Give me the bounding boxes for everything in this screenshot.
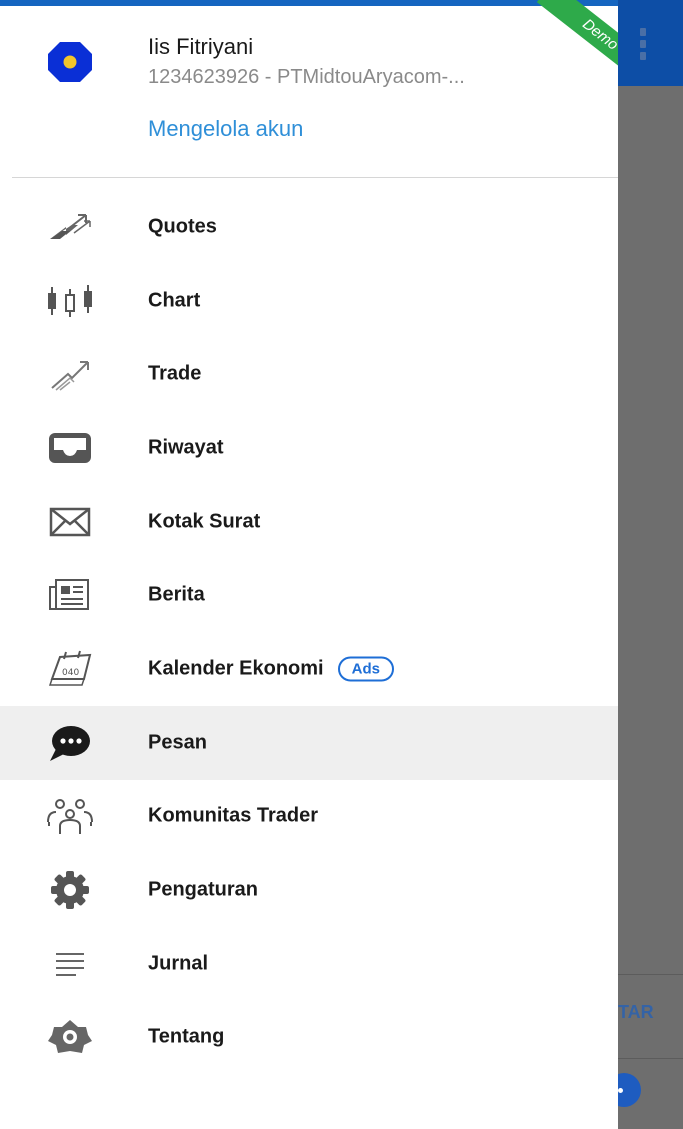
demo-ribbon: Demo	[536, 0, 618, 89]
inbox-tray-icon	[44, 428, 96, 468]
menu-item-pengaturan[interactable]: Pengaturan	[0, 853, 618, 927]
menu-item-label: Trade	[148, 362, 202, 385]
menu-item-label: Pesan	[148, 731, 207, 754]
menu-item-tentang[interactable]: Tentang	[0, 1001, 618, 1075]
drawer-top-accent	[0, 0, 618, 6]
account-id: 1234623926 - PTMidtouAryacom-...	[148, 66, 465, 88]
menu-item-chart[interactable]: Chart	[0, 264, 618, 338]
menu-item-pesan[interactable]: Pesan	[0, 705, 618, 780]
background-app-toolbar	[618, 0, 683, 86]
quotes-icon	[44, 207, 96, 247]
menu-item-label: Kalender Ekonomi Ads	[148, 656, 394, 682]
menu-item-quotes[interactable]: Quotes	[0, 190, 618, 264]
broker-logo-icon[interactable]	[46, 38, 94, 86]
menu-item-kotak-surat[interactable]: Kotak Surat	[0, 485, 618, 559]
menu-item-label: Tentang	[148, 1025, 225, 1048]
about-icon	[44, 1017, 96, 1057]
menu-item-label: Pengaturan	[148, 878, 259, 901]
menu-item-label-text: Kalender Ekonomi	[148, 657, 324, 680]
header-divider	[12, 177, 618, 178]
menu-item-label: Quotes	[148, 215, 217, 238]
menu-item-trade[interactable]: Trade	[0, 337, 618, 411]
background-app-overlay[interactable]	[618, 0, 683, 1129]
gear-icon	[44, 870, 96, 910]
menu-item-jurnal[interactable]: Jurnal	[0, 927, 618, 1001]
trade-icon	[44, 354, 96, 394]
manage-account-link[interactable]: Mengelola akun	[148, 116, 303, 142]
background-divider	[618, 974, 683, 975]
ads-badge: Ads	[337, 656, 394, 682]
menu-item-label: Riwayat	[148, 436, 224, 459]
envelope-icon	[44, 502, 96, 542]
menu-item-berita[interactable]: Berita	[0, 558, 618, 632]
navigation-drawer: Demo Iis Fitriyani 1234623926 - PTMidtou…	[0, 0, 618, 1129]
menu-item-label: Berita	[148, 583, 205, 606]
menu-item-label: Jurnal	[148, 952, 209, 975]
background-button-text: TAR	[618, 1002, 654, 1022]
menu-item-label: Komunitas Trader	[148, 804, 319, 827]
menu-item-komunitas-trader[interactable]: Komunitas Trader	[0, 780, 618, 854]
chat-bubble-icon	[44, 723, 96, 763]
background-divider	[618, 1058, 683, 1059]
account-name: Iis Fitriyani	[148, 34, 254, 59]
svg-text:040: 040	[62, 668, 79, 678]
drawer-menu: Quotes Chart Trade Riwayat Kotak Surat B…	[0, 190, 618, 1074]
menu-item-label: Chart	[148, 289, 201, 312]
menu-item-kalender-ekonomi[interactable]: 040 Kalender Ekonomi Ads	[0, 632, 618, 706]
kebab-menu-icon	[636, 28, 650, 68]
calendar-icon: 040	[44, 649, 96, 689]
lines-icon	[44, 944, 96, 984]
newspaper-icon	[44, 575, 96, 615]
menu-item-label: Kotak Surat	[148, 510, 261, 533]
community-icon	[44, 796, 96, 836]
menu-item-riwayat[interactable]: Riwayat	[0, 411, 618, 485]
candlestick-chart-icon	[44, 281, 96, 321]
